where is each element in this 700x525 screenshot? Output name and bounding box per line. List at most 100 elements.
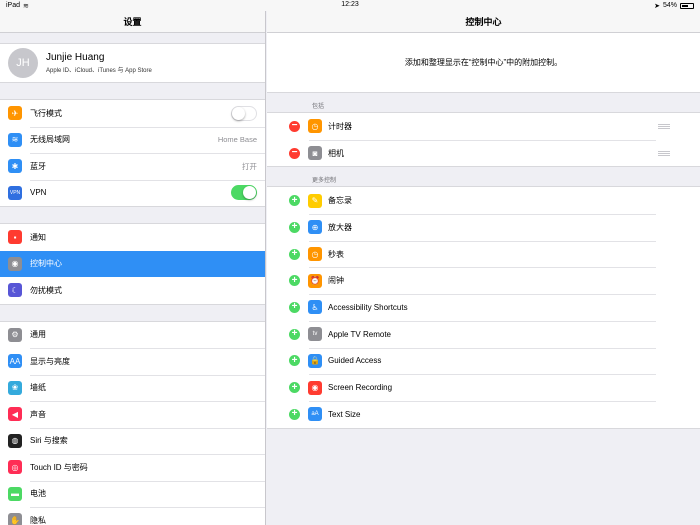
sidebar-item-notification[interactable]: ▪ 通知 — [0, 224, 265, 251]
bluetooth-icon: ✱ — [8, 159, 22, 174]
accessibility-icon: ♿ — [308, 300, 322, 315]
sidebar-item-fingerprint[interactable]: ◎ Touch ID 与密码 — [0, 454, 265, 481]
control-row: + ⊕ 放大器 — [267, 214, 700, 241]
control-label: 计时器 — [328, 121, 352, 131]
sidebar-item-privacy[interactable]: ✋ 隐私 — [0, 507, 265, 525]
sidebar-item-label: VPN — [30, 188, 47, 198]
sidebar-item-airplane[interactable]: ✈ 飞行模式 — [0, 100, 265, 127]
control-label: 放大器 — [328, 222, 352, 232]
control-label: Guided Access — [328, 356, 382, 366]
sidebar-item-label: 飞行模式 — [30, 108, 62, 118]
add-control-button[interactable]: + — [289, 328, 300, 340]
control-label: 相机 — [328, 148, 344, 158]
add-control-button[interactable]: + — [289, 382, 300, 394]
wifi-icon: ≋ — [8, 132, 22, 147]
sidebar-item-value: Home Base — [217, 135, 257, 145]
sidebar-item-display[interactable]: AA 显示与亮度 — [0, 348, 265, 375]
sidebar-item-label: 隐私 — [30, 515, 46, 525]
sidebar-item-control-center[interactable]: ◉ 控制中心 — [0, 250, 265, 277]
add-control-button[interactable]: + — [289, 195, 300, 207]
sidebar-item-battery[interactable]: ▬ 电池 — [0, 480, 265, 508]
sidebar-item-sound[interactable]: ◀ 声音 — [0, 401, 265, 428]
timer-icon: ◷ — [308, 119, 322, 134]
fingerprint-icon: ◎ — [8, 460, 22, 475]
control-center-pane: 控制中心 添加和整理显示在“控制中心”中的附加控制。 包括 − ◷ 计时器 − ◙ 相机 … — [267, 11, 700, 525]
sidebar-item-label: 显示与亮度 — [30, 356, 70, 366]
control-center-description: 添加和整理显示在“控制中心”中的附加控制。 — [267, 33, 700, 93]
control-label: Screen Recording — [328, 383, 393, 393]
control-row: + tv Apple TV Remote — [267, 320, 700, 348]
privacy-icon: ✋ — [8, 513, 22, 525]
settings-group-general: ⚙ 通用 AA 显示与亮度 ❀ 墙纸 ◀ 声音 ◍ Siri 与搜索 ◎ Touch ID 与密码 ▬ 电… — [0, 320, 265, 525]
sidebar-item-wifi[interactable]: ≋ 无线局域网 Home Base — [0, 126, 265, 154]
control-row: + ♿ Accessibility Shortcuts — [267, 294, 700, 321]
control-row: + ◷ 秒表 — [267, 240, 700, 268]
alarm-icon: ⏰ — [308, 273, 322, 288]
record-icon: ◉ — [308, 380, 322, 395]
add-control-button[interactable]: + — [289, 248, 300, 260]
gear-icon: ⚙ — [8, 327, 22, 342]
toggle-switch[interactable] — [231, 185, 257, 201]
lock-icon: 🔒 — [308, 353, 322, 368]
profile-subtitle: Apple ID、iCloud、iTunes 与 App Store — [46, 68, 152, 74]
status-bar: iPad ≋ 12:23 ➤ 54% — [0, 0, 700, 11]
add-control-button[interactable]: + — [289, 301, 300, 313]
reorder-handle-icon[interactable] — [658, 123, 670, 129]
sidebar-item-label: Touch ID 与密码 — [30, 462, 88, 472]
sidebar-item-label: 无线局域网 — [30, 135, 70, 145]
add-control-button[interactable]: + — [289, 408, 300, 420]
control-row: − ◙ 相机 — [267, 139, 700, 167]
sidebar-item-vpn[interactable]: VPN VPN — [0, 179, 265, 207]
control-center-icon: ◉ — [8, 256, 22, 271]
sidebar-item-value: 打开 — [242, 161, 257, 171]
control-label: 备忘录 — [328, 196, 352, 206]
remote-icon: tv — [308, 327, 322, 342]
add-control-button[interactable]: + — [289, 221, 300, 233]
sidebar-item-label: 电池 — [30, 489, 46, 499]
remove-control-button[interactable]: − — [289, 120, 300, 132]
control-row: + 🔒 Guided Access — [267, 347, 700, 375]
remove-control-button[interactable]: − — [289, 147, 300, 159]
text-size-icon: aA — [308, 407, 322, 422]
included-controls-list: − ◷ 计时器 − ◙ 相机 — [267, 112, 700, 168]
sidebar-item-moon[interactable]: ☾ 勿扰模式 — [0, 277, 265, 304]
sidebar-item-bluetooth[interactable]: ✱ 蓝牙 打开 — [0, 153, 265, 180]
toggle-switch[interactable] — [231, 105, 257, 121]
control-row: + ◉ Screen Recording — [267, 374, 700, 401]
moon-icon: ☾ — [8, 283, 22, 298]
sidebar-item-siri[interactable]: ◍ Siri 与搜索 — [0, 427, 265, 455]
notification-icon: ▪ — [8, 230, 22, 245]
sidebar-item-wallpaper[interactable]: ❀ 墙纸 — [0, 374, 265, 402]
sidebar-item-label: 勿扰模式 — [30, 285, 62, 295]
included-section-header: 包括 — [312, 104, 325, 110]
control-row: + aA Text Size — [267, 400, 700, 428]
avatar: JH — [8, 48, 38, 78]
sidebar-item-label: 通知 — [30, 232, 46, 242]
wallpaper-icon: ❀ — [8, 380, 22, 395]
sound-icon: ◀ — [8, 407, 22, 422]
control-label: Accessibility Shortcuts — [328, 302, 408, 312]
add-control-button[interactable]: + — [289, 275, 300, 287]
status-time: 12:23 — [341, 1, 359, 8]
profile-text: Junjie Huang Apple ID、iCloud、iTunes 与 Ap… — [46, 52, 152, 74]
control-row: − ◷ 计时器 — [267, 113, 700, 140]
display-icon: AA — [8, 354, 22, 369]
sidebar-item-label: 声音 — [30, 409, 46, 419]
airplane-icon: ✈ — [8, 106, 22, 121]
settings-group-connectivity: ✈ 飞行模式 ≋ 无线局域网 Home Base ✱ 蓝牙 打开 VPN VPN — [0, 99, 265, 207]
more-controls-list: + ✎ 备忘录 + ⊕ 放大器 + ◷ 秒表 + ⏰ 闹钟 + ♿ Accessibility Shortc… — [267, 186, 700, 429]
detail-title: 控制中心 — [267, 11, 700, 33]
control-label: 闹钟 — [328, 276, 344, 286]
more-section-header: 更多控制 — [312, 178, 337, 185]
sidebar-item-gear[interactable]: ⚙ 通用 — [0, 322, 265, 349]
reorder-handle-icon[interactable] — [658, 150, 670, 156]
settings-group-notifications: ▪ 通知 ◉ 控制中心 ☾ 勿扰模式 — [0, 223, 265, 305]
sidebar-item-label: 通用 — [30, 330, 46, 340]
profile-row[interactable]: JH Junjie Huang Apple ID、iCloud、iTunes 与… — [0, 43, 265, 83]
camera-icon: ◙ — [308, 146, 322, 161]
siri-icon: ◍ — [8, 433, 22, 448]
battery-status-icon — [680, 2, 694, 9]
add-control-button[interactable]: + — [289, 355, 300, 367]
sidebar-item-label: Siri 与搜索 — [30, 436, 68, 446]
magnifier-icon: ⊕ — [308, 220, 322, 235]
